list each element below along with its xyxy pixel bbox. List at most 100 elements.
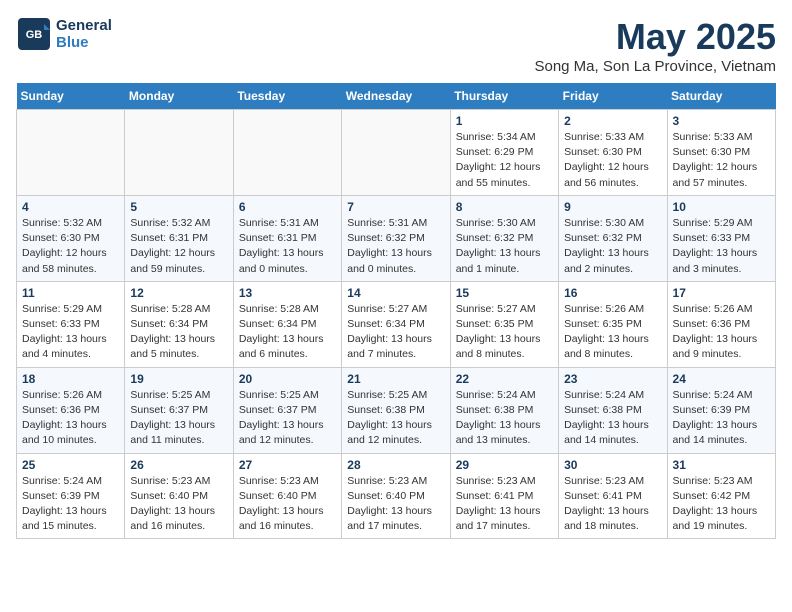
day-number: 30 (564, 458, 661, 472)
col-header-sunday: Sunday (17, 83, 125, 110)
day-number: 6 (239, 200, 336, 214)
day-number: 25 (22, 458, 119, 472)
calendar-cell (125, 110, 233, 196)
day-info: Sunrise: 5:23 AM Sunset: 6:42 PM Dayligh… (673, 474, 770, 535)
day-info: Sunrise: 5:28 AM Sunset: 6:34 PM Dayligh… (239, 302, 336, 363)
day-number: 26 (130, 458, 227, 472)
day-info: Sunrise: 5:25 AM Sunset: 6:38 PM Dayligh… (347, 388, 444, 449)
calendar-cell: 11Sunrise: 5:29 AM Sunset: 6:33 PM Dayli… (17, 281, 125, 367)
calendar-cell: 17Sunrise: 5:26 AM Sunset: 6:36 PM Dayli… (667, 281, 775, 367)
location: Song Ma, Son La Province, Vietnam (534, 58, 776, 75)
col-header-monday: Monday (125, 83, 233, 110)
day-info: Sunrise: 5:32 AM Sunset: 6:30 PM Dayligh… (22, 216, 119, 277)
day-number: 31 (673, 458, 770, 472)
day-number: 27 (239, 458, 336, 472)
day-number: 14 (347, 286, 444, 300)
calendar-cell: 4 Sunrise: 5:32 AM Sunset: 6:30 PM Daylig… (17, 195, 125, 281)
day-info: Sunrise: 5:23 AM Sunset: 6:41 PM Dayligh… (456, 474, 553, 535)
calendar-cell: 30 Sunrise: 5:23 AM Sunset: 6:41 PM Dayli… (559, 453, 667, 539)
logo: GB General Blue (16, 16, 112, 52)
calendar-cell: 25Sunrise: 5:24 AM Sunset: 6:39 PM Dayli… (17, 453, 125, 539)
day-info: Sunrise: 5:31 AM Sunset: 6:32 PM Dayligh… (347, 216, 444, 277)
calendar-cell: 1Sunrise: 5:34 AM Sunset: 6:29 PM Daylig… (450, 110, 558, 196)
calendar-cell (233, 110, 341, 196)
day-info: Sunrise: 5:27 AM Sunset: 6:34 PM Dayligh… (347, 302, 444, 363)
calendar-cell: 3Sunrise: 5:33 AM Sunset: 6:30 PM Daylig… (667, 110, 775, 196)
day-number: 9 (564, 200, 661, 214)
col-header-wednesday: Wednesday (342, 83, 450, 110)
day-info: Sunrise: 5:24 AM Sunset: 6:39 PM Dayligh… (673, 388, 770, 449)
calendar-cell: 15Sunrise: 5:27 AM Sunset: 6:35 PM Dayli… (450, 281, 558, 367)
calendar-week-1: 1Sunrise: 5:34 AM Sunset: 6:29 PM Daylig… (17, 110, 776, 196)
calendar-cell: 16 Sunrise: 5:26 AM Sunset: 6:35 PM Dayli… (559, 281, 667, 367)
day-info: Sunrise: 5:29 AM Sunset: 6:33 PM Dayligh… (673, 216, 770, 277)
calendar-cell: 19Sunrise: 5:25 AM Sunset: 6:37 PM Dayli… (125, 367, 233, 453)
day-info: Sunrise: 5:24 AM Sunset: 6:38 PM Dayligh… (564, 388, 661, 449)
calendar-cell: 18 Sunrise: 5:26 AM Sunset: 6:36 PM Dayli… (17, 367, 125, 453)
calendar-week-4: 18 Sunrise: 5:26 AM Sunset: 6:36 PM Dayli… (17, 367, 776, 453)
day-info: Sunrise: 5:23 AM Sunset: 6:40 PM Dayligh… (239, 474, 336, 535)
calendar-cell: 14 Sunrise: 5:27 AM Sunset: 6:34 PM Dayli… (342, 281, 450, 367)
calendar-cell: 24 Sunrise: 5:24 AM Sunset: 6:39 PM Dayli… (667, 367, 775, 453)
month-title: May 2025 (534, 16, 776, 58)
day-number: 23 (564, 372, 661, 386)
calendar-cell: 31 Sunrise: 5:23 AM Sunset: 6:42 PM Dayli… (667, 453, 775, 539)
day-info: Sunrise: 5:33 AM Sunset: 6:30 PM Dayligh… (673, 130, 770, 191)
calendar-cell: 20 Sunrise: 5:25 AM Sunset: 6:37 PM Dayli… (233, 367, 341, 453)
day-info: Sunrise: 5:24 AM Sunset: 6:38 PM Dayligh… (456, 388, 553, 449)
day-info: Sunrise: 5:29 AM Sunset: 6:33 PM Dayligh… (22, 302, 119, 363)
calendar-cell: 21 Sunrise: 5:25 AM Sunset: 6:38 PM Dayli… (342, 367, 450, 453)
calendar-cell: 5 Sunrise: 5:32 AM Sunset: 6:31 PM Daylig… (125, 195, 233, 281)
day-number: 8 (456, 200, 553, 214)
calendar-cell: 26 Sunrise: 5:23 AM Sunset: 6:40 PM Dayli… (125, 453, 233, 539)
calendar-cell: 12 Sunrise: 5:28 AM Sunset: 6:34 PM Dayli… (125, 281, 233, 367)
day-number: 29 (456, 458, 553, 472)
day-number: 28 (347, 458, 444, 472)
calendar-cell (17, 110, 125, 196)
calendar-cell: 7 Sunrise: 5:31 AM Sunset: 6:32 PM Daylig… (342, 195, 450, 281)
calendar-week-5: 25Sunrise: 5:24 AM Sunset: 6:39 PM Dayli… (17, 453, 776, 539)
calendar-week-2: 4 Sunrise: 5:32 AM Sunset: 6:30 PM Daylig… (17, 195, 776, 281)
calendar-cell: 10 Sunrise: 5:29 AM Sunset: 6:33 PM Dayli… (667, 195, 775, 281)
day-info: Sunrise: 5:30 AM Sunset: 6:32 PM Dayligh… (456, 216, 553, 277)
day-number: 18 (22, 372, 119, 386)
logo-icon: GB (16, 16, 52, 52)
calendar-cell: 28 Sunrise: 5:23 AM Sunset: 6:40 PM Dayli… (342, 453, 450, 539)
day-info: Sunrise: 5:25 AM Sunset: 6:37 PM Dayligh… (239, 388, 336, 449)
page-header: GB General Blue May 2025 Song Ma, Son La… (16, 16, 776, 75)
logo-blue: Blue (56, 34, 112, 51)
day-number: 24 (673, 372, 770, 386)
day-number: 15 (456, 286, 553, 300)
calendar-cell: 8 Sunrise: 5:30 AM Sunset: 6:32 PM Daylig… (450, 195, 558, 281)
day-info: Sunrise: 5:31 AM Sunset: 6:31 PM Dayligh… (239, 216, 336, 277)
day-info: Sunrise: 5:23 AM Sunset: 6:40 PM Dayligh… (347, 474, 444, 535)
day-info: Sunrise: 5:28 AM Sunset: 6:34 PM Dayligh… (130, 302, 227, 363)
day-number: 7 (347, 200, 444, 214)
day-number: 10 (673, 200, 770, 214)
day-info: Sunrise: 5:26 AM Sunset: 6:35 PM Dayligh… (564, 302, 661, 363)
day-number: 2 (564, 114, 661, 128)
day-number: 5 (130, 200, 227, 214)
calendar-cell: 23 Sunrise: 5:24 AM Sunset: 6:38 PM Dayli… (559, 367, 667, 453)
day-number: 4 (22, 200, 119, 214)
day-info: Sunrise: 5:30 AM Sunset: 6:32 PM Dayligh… (564, 216, 661, 277)
day-number: 13 (239, 286, 336, 300)
day-info: Sunrise: 5:23 AM Sunset: 6:41 PM Dayligh… (564, 474, 661, 535)
calendar-table: SundayMondayTuesdayWednesdayThursdayFrid… (16, 83, 776, 539)
day-number: 22 (456, 372, 553, 386)
calendar-header-row: SundayMondayTuesdayWednesdayThursdayFrid… (17, 83, 776, 110)
day-number: 21 (347, 372, 444, 386)
day-info: Sunrise: 5:23 AM Sunset: 6:40 PM Dayligh… (130, 474, 227, 535)
calendar-cell: 2 Sunrise: 5:33 AM Sunset: 6:30 PM Daylig… (559, 110, 667, 196)
day-number: 20 (239, 372, 336, 386)
day-number: 12 (130, 286, 227, 300)
day-info: Sunrise: 5:32 AM Sunset: 6:31 PM Dayligh… (130, 216, 227, 277)
calendar-cell: 13 Sunrise: 5:28 AM Sunset: 6:34 PM Dayli… (233, 281, 341, 367)
calendar-cell: 29 Sunrise: 5:23 AM Sunset: 6:41 PM Dayli… (450, 453, 558, 539)
day-info: Sunrise: 5:33 AM Sunset: 6:30 PM Dayligh… (564, 130, 661, 191)
day-number: 1 (456, 114, 553, 128)
col-header-tuesday: Tuesday (233, 83, 341, 110)
day-info: Sunrise: 5:26 AM Sunset: 6:36 PM Dayligh… (22, 388, 119, 449)
day-number: 16 (564, 286, 661, 300)
svg-text:GB: GB (26, 29, 43, 41)
